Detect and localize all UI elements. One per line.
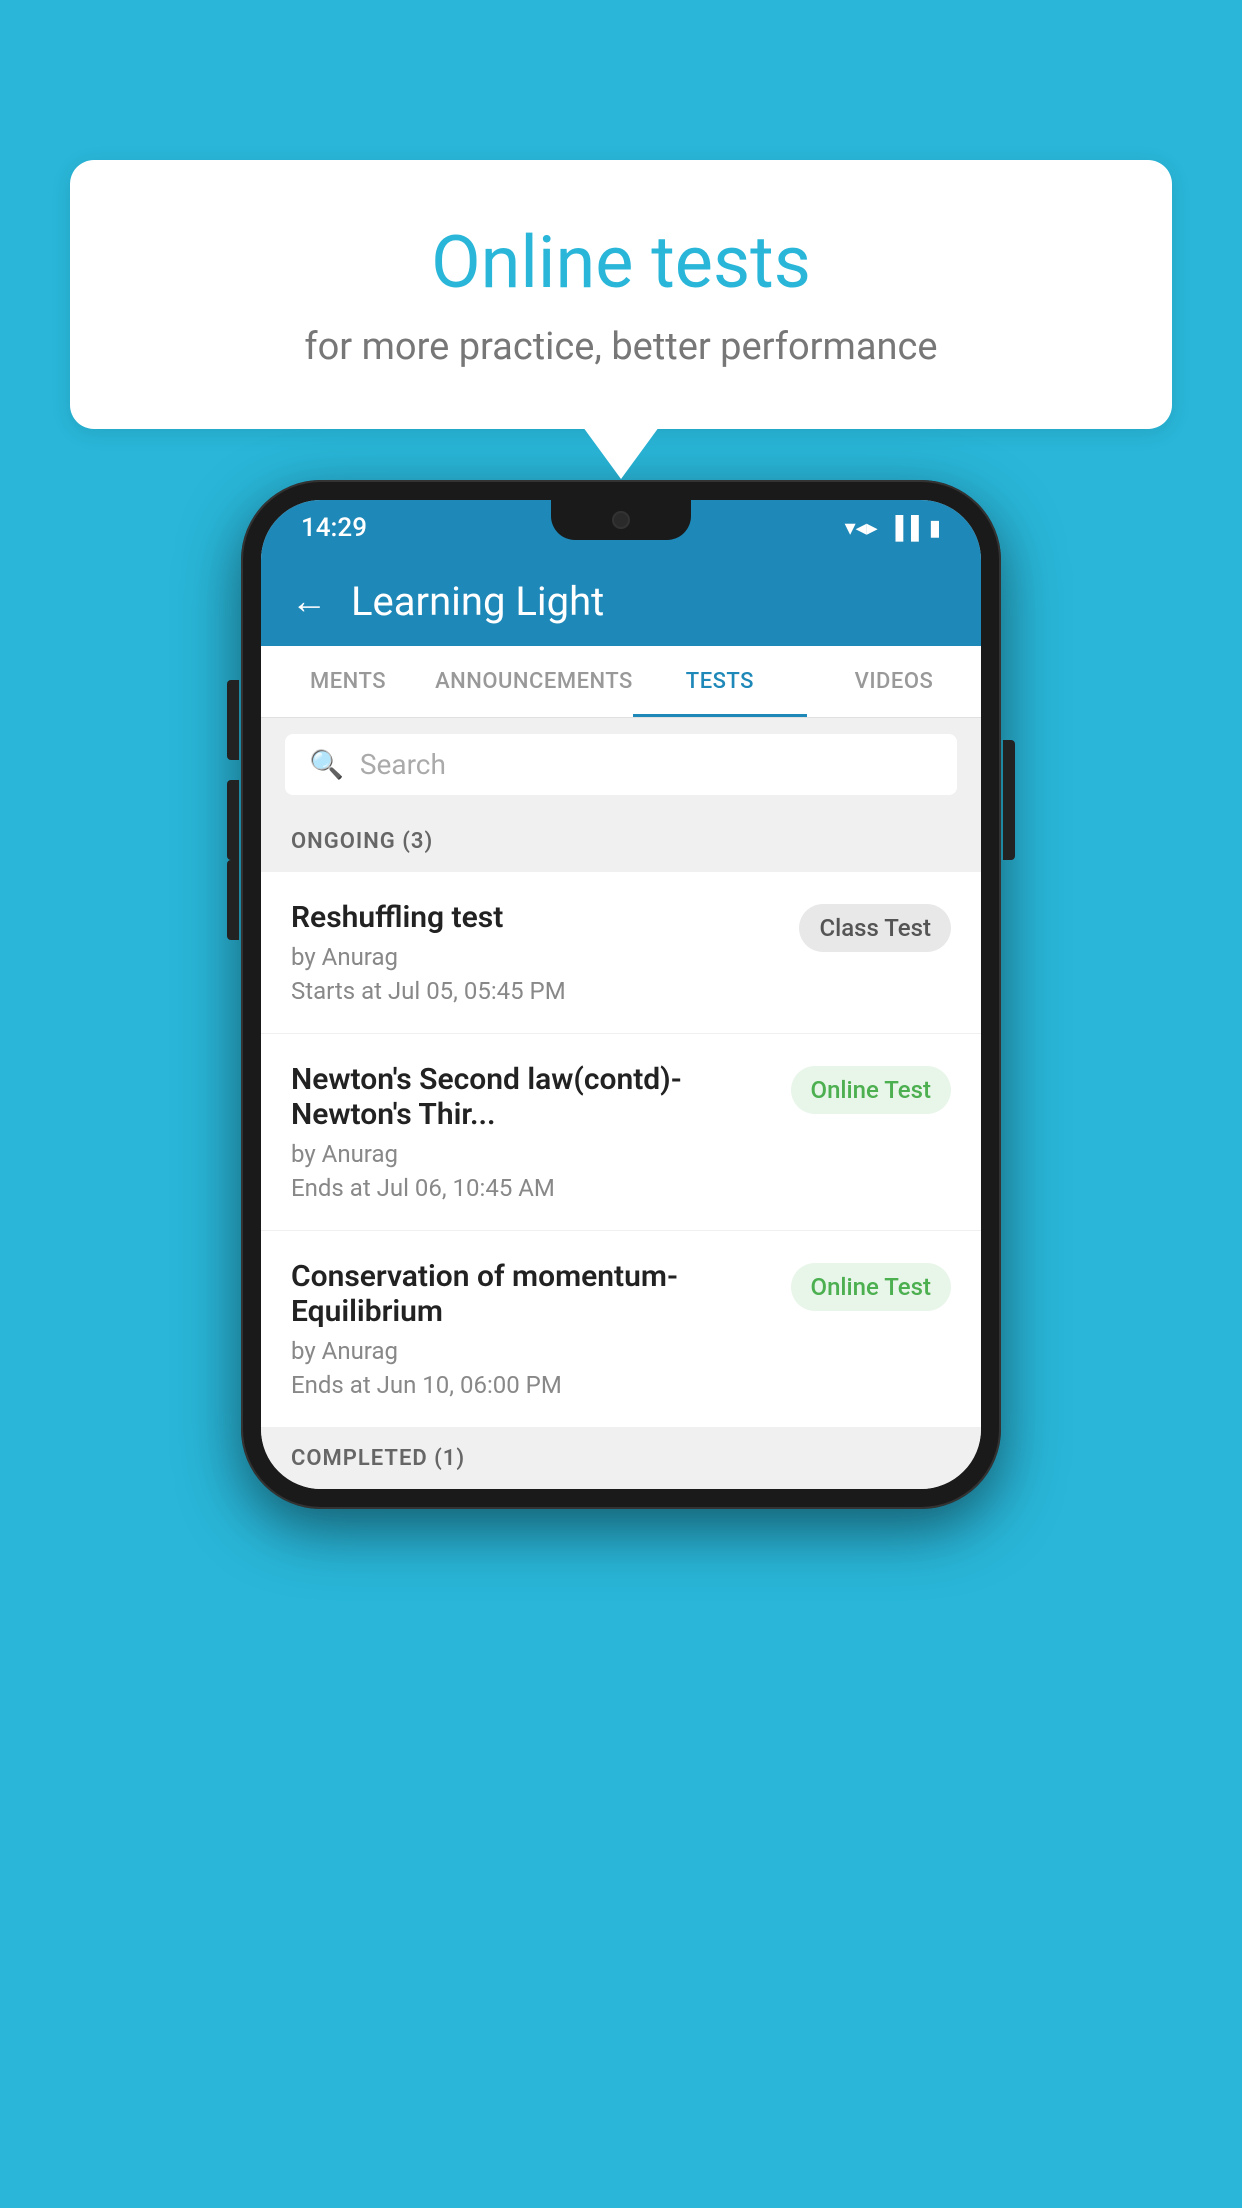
test-item-3[interactable]: Conservation of momentum-Equilibrium by … bbox=[261, 1231, 981, 1428]
test-list: Reshuffling test by Anurag Starts at Jul… bbox=[261, 872, 981, 1428]
search-bar[interactable]: 🔍 Search bbox=[285, 734, 957, 795]
speech-bubble: Online tests for more practice, better p… bbox=[70, 160, 1172, 429]
app-header: ← Learning Light bbox=[261, 556, 981, 646]
test-item-2[interactable]: Newton's Second law(contd)-Newton's Thir… bbox=[261, 1034, 981, 1231]
search-input[interactable]: Search bbox=[360, 748, 446, 781]
test-info-2: Newton's Second law(contd)-Newton's Thir… bbox=[291, 1062, 791, 1202]
test-badge-1: Class Test bbox=[799, 904, 951, 952]
test-author-3: by Anurag bbox=[291, 1337, 771, 1365]
phone-mockup: 14:29 ▾◂▸ ▐▐ ▮ ← Learning Light MENTS AN… bbox=[241, 480, 1001, 1509]
test-info-1: Reshuffling test by Anurag Starts at Jul… bbox=[291, 900, 799, 1005]
test-time-3: Ends at Jun 10, 06:00 PM bbox=[291, 1371, 771, 1399]
bubble-title: Online tests bbox=[150, 220, 1092, 305]
status-icons: ▾◂▸ ▐▐ ▮ bbox=[845, 515, 941, 541]
test-author-2: by Anurag bbox=[291, 1140, 771, 1168]
bubble-subtitle: for more practice, better performance bbox=[150, 325, 1092, 369]
test-name-3: Conservation of momentum-Equilibrium bbox=[291, 1259, 771, 1329]
app-title: Learning Light bbox=[351, 578, 604, 625]
camera-cutout bbox=[612, 511, 630, 529]
battery-icon: ▮ bbox=[929, 516, 941, 541]
tab-bar: MENTS ANNOUNCEMENTS TESTS VIDEOS bbox=[261, 646, 981, 718]
test-badge-2: Online Test bbox=[791, 1066, 951, 1114]
wifi-icon: ▾◂▸ bbox=[845, 516, 878, 541]
test-badge-3: Online Test bbox=[791, 1263, 951, 1311]
phone-outer: 14:29 ▾◂▸ ▐▐ ▮ ← Learning Light MENTS AN… bbox=[241, 480, 1001, 1509]
test-time-1: Starts at Jul 05, 05:45 PM bbox=[291, 977, 779, 1005]
test-author-1: by Anurag bbox=[291, 943, 779, 971]
phone-notch bbox=[551, 500, 691, 540]
tab-videos[interactable]: VIDEOS bbox=[807, 646, 981, 717]
test-info-3: Conservation of momentum-Equilibrium by … bbox=[291, 1259, 791, 1399]
tab-ments[interactable]: MENTS bbox=[261, 646, 435, 717]
ongoing-section-header: ONGOING (3) bbox=[261, 811, 981, 872]
search-bar-container: 🔍 Search bbox=[261, 718, 981, 811]
test-time-2: Ends at Jul 06, 10:45 AM bbox=[291, 1174, 771, 1202]
status-time: 14:29 bbox=[301, 513, 367, 543]
phone-screen: 14:29 ▾◂▸ ▐▐ ▮ ← Learning Light MENTS AN… bbox=[261, 500, 981, 1489]
test-name-1: Reshuffling test bbox=[291, 900, 779, 935]
test-name-2: Newton's Second law(contd)-Newton's Thir… bbox=[291, 1062, 771, 1132]
completed-section-header: COMPLETED (1) bbox=[261, 1428, 981, 1489]
tab-announcements[interactable]: ANNOUNCEMENTS bbox=[435, 646, 633, 717]
search-icon: 🔍 bbox=[309, 748, 344, 781]
speech-bubble-container: Online tests for more practice, better p… bbox=[70, 160, 1172, 429]
back-button[interactable]: ← bbox=[291, 580, 327, 622]
test-item-1[interactable]: Reshuffling test by Anurag Starts at Jul… bbox=[261, 872, 981, 1034]
signal-icon: ▐▐ bbox=[888, 515, 919, 541]
tab-tests[interactable]: TESTS bbox=[633, 646, 807, 717]
